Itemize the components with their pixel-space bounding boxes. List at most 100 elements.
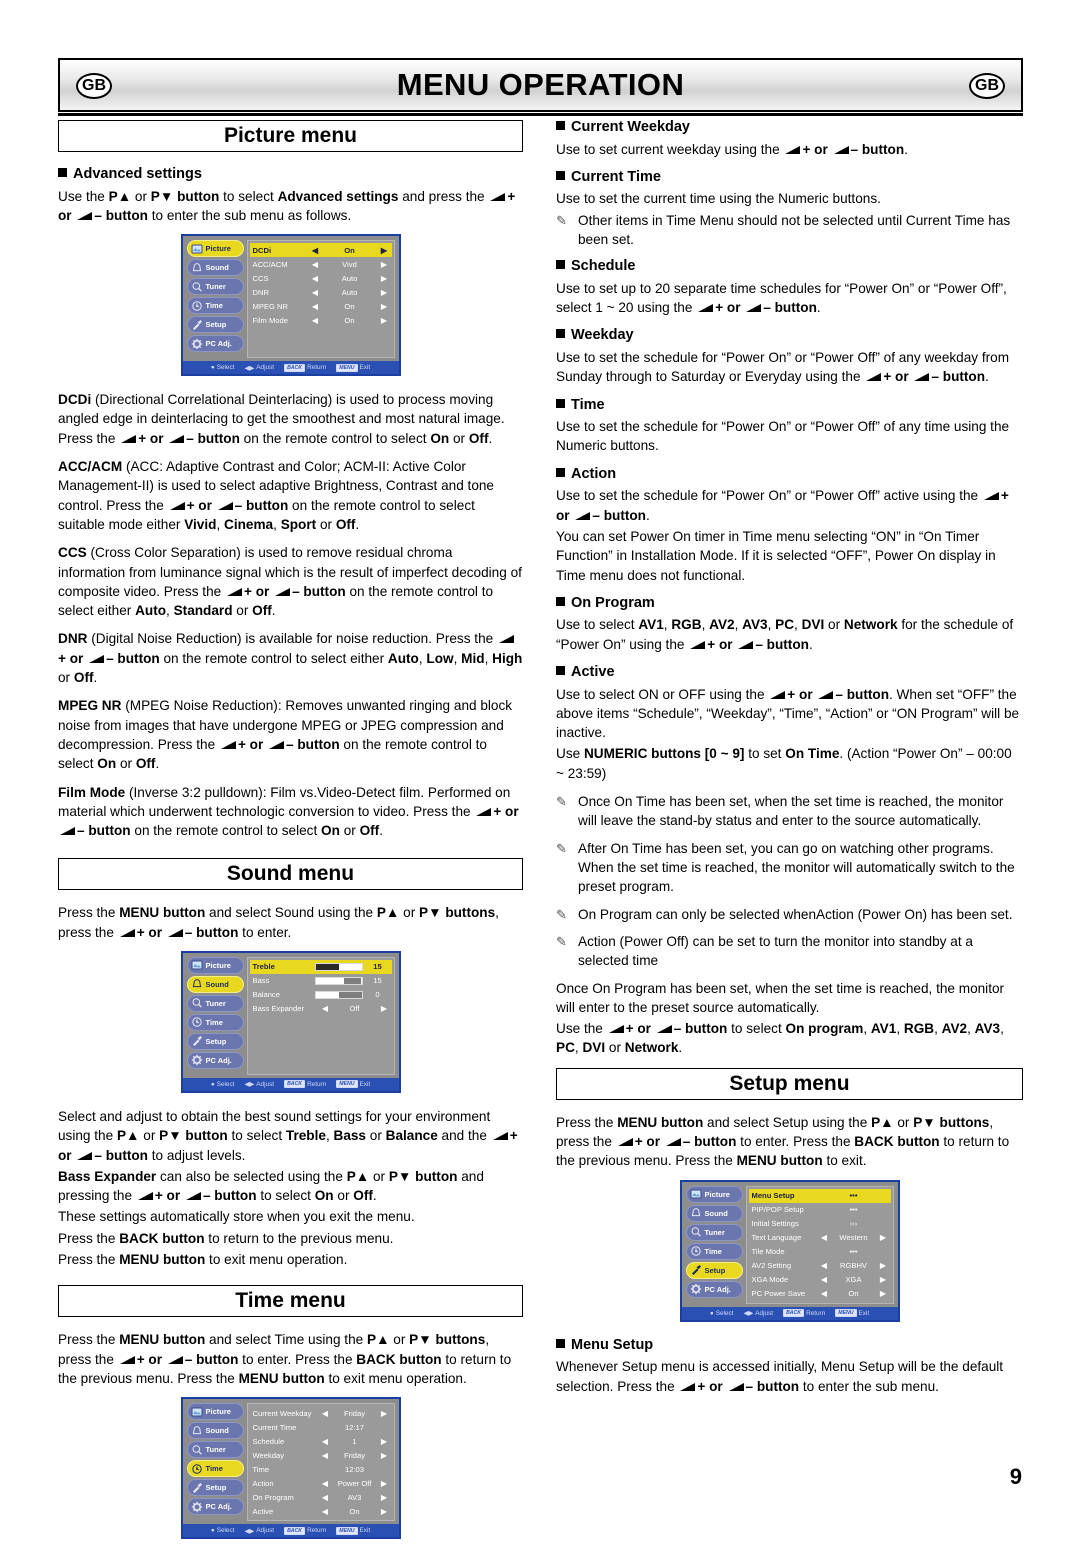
osd-sidebar-label: Setup xyxy=(205,1036,227,1046)
right-arrow-icon[interactable]: ▶ xyxy=(380,1004,389,1013)
left-arrow-icon[interactable]: ◀ xyxy=(321,1004,330,1013)
osd-sidebar-item-tuner[interactable]: Tuner xyxy=(186,994,244,1012)
osd-sidebar-item-sound[interactable]: Sound xyxy=(186,1422,244,1440)
right-arrow-icon[interactable]: ▶ xyxy=(879,1275,888,1284)
volume-up-icon xyxy=(617,1137,634,1147)
left-arrow-icon[interactable]: ◀ xyxy=(321,1437,330,1446)
left-arrow-icon[interactable]: ◀ xyxy=(321,1493,330,1502)
sound-menu-section-title: Sound menu xyxy=(58,858,523,891)
osd-row[interactable]: DCDi ◀ On ▶ xyxy=(249,243,392,258)
osd-row-value: Friday xyxy=(343,1450,366,1460)
osd-sidebar-item-setup[interactable]: Setup xyxy=(685,1261,743,1279)
left-arrow-icon[interactable]: ◀ xyxy=(820,1233,829,1242)
osd-row[interactable]: CCS ◀ Auto ▶ xyxy=(250,271,392,285)
osd-sidebar-item-sound[interactable]: Sound xyxy=(186,259,244,277)
left-arrow-icon[interactable]: ◀ xyxy=(321,1451,330,1460)
osd-sidebar-item-time[interactable]: Time xyxy=(186,1460,244,1478)
osd-row[interactable]: Balance 0 xyxy=(250,988,392,1002)
action-body-2: You can set Power On timer in Time menu … xyxy=(556,528,996,583)
osd-row[interactable]: AV2 Setting ◀ RGBHV ▶ xyxy=(749,1259,891,1273)
left-arrow-icon[interactable]: ◀ xyxy=(311,316,320,325)
osd-row[interactable]: DNR ◀ Auto ▶ xyxy=(250,285,392,299)
left-arrow-icon[interactable]: ◀ xyxy=(321,1409,330,1418)
osd-sidebar-item-picture[interactable]: Picture xyxy=(685,1185,743,1203)
osd-sidebar-item-pc-adj[interactable]: PC Adj. xyxy=(685,1280,743,1298)
osd-row[interactable]: Tile Mode ◀ ••• ▶ xyxy=(749,1245,891,1259)
osd-sidebar-item-setup[interactable]: Setup xyxy=(186,1032,244,1050)
right-arrow-icon[interactable]: ▶ xyxy=(380,1479,389,1488)
osd-sidebar-item-pc-adj[interactable]: PC Adj. xyxy=(186,335,244,353)
bass-slider[interactable] xyxy=(314,976,363,985)
treble-slider[interactable] xyxy=(314,962,363,971)
osd-row[interactable]: PC Power Save ◀ On ▶ xyxy=(749,1287,891,1301)
osd-row[interactable]: Current Weekday ◀ Friday ▶ xyxy=(250,1406,392,1420)
osd-row[interactable]: ACC/ACM ◀ Vivd ▶ xyxy=(250,257,392,271)
osd-sidebar-item-setup[interactable]: Setup xyxy=(186,316,244,334)
osd-row-label: On Program xyxy=(252,1492,294,1502)
osd-row-value: Off xyxy=(349,1004,360,1014)
left-arrow-icon[interactable]: ◀ xyxy=(311,246,320,255)
osd-row[interactable]: Treble 15 xyxy=(249,959,392,974)
osd-sidebar-item-pc-adj[interactable]: PC Adj. xyxy=(186,1051,244,1069)
osd-sidebar-item-picture[interactable]: Picture xyxy=(186,240,244,258)
osd-row[interactable]: Current Time ◀ 12:17 ▶ xyxy=(250,1420,392,1434)
right-arrow-icon[interactable]: ▶ xyxy=(380,1437,389,1446)
osd-row[interactable]: Film Mode ◀ On ▶ xyxy=(250,313,392,327)
osd-row-value: Auto xyxy=(341,273,358,283)
right-arrow-icon[interactable]: ▶ xyxy=(380,302,389,311)
left-arrow-icon[interactable]: ◀ xyxy=(311,302,320,311)
right-arrow-icon[interactable]: ▶ xyxy=(380,1493,389,1502)
osd-sidebar-item-picture[interactable]: Picture xyxy=(186,956,244,974)
left-arrow-icon[interactable]: ◀ xyxy=(321,1507,330,1516)
right-arrow-icon[interactable]: ▶ xyxy=(380,1507,389,1516)
osd-row[interactable]: Active ◀ On ▶ xyxy=(250,1504,392,1518)
right-arrow-icon[interactable]: ▶ xyxy=(380,246,389,255)
osd-sidebar-item-tuner[interactable]: Tuner xyxy=(186,1441,244,1459)
osd-row[interactable]: Menu Setup ◀ ••• ▶ xyxy=(748,1188,891,1203)
right-arrow-icon[interactable]: ▶ xyxy=(879,1289,888,1298)
sound-menu-bass-expander: Bass Expander can also be selected using… xyxy=(58,1168,484,1204)
left-arrow-icon[interactable]: ◀ xyxy=(311,288,320,297)
osd-sidebar-item-picture[interactable]: Picture xyxy=(186,1403,244,1421)
left-arrow-icon[interactable]: ◀ xyxy=(311,260,320,269)
right-arrow-icon[interactable]: ▶ xyxy=(380,1409,389,1418)
osd-row[interactable]: Bass 15 xyxy=(250,974,392,988)
left-arrow-icon[interactable]: ◀ xyxy=(321,1479,330,1488)
osd-row[interactable]: Weekday ◀ Friday ▶ xyxy=(250,1448,392,1462)
left-arrow-icon[interactable]: ◀ xyxy=(311,274,320,283)
bullet-square-icon xyxy=(556,467,565,477)
osd-footer-adjust: ◀▶ Adjust xyxy=(244,1080,275,1089)
osd-row[interactable]: Initial Settings ◀ ››› ▶ xyxy=(749,1217,891,1231)
osd-row[interactable]: XGA Mode ◀ XGA ▶ xyxy=(749,1273,891,1287)
osd-sidebar-item-setup[interactable]: Setup xyxy=(186,1479,244,1497)
right-arrow-icon[interactable]: ▶ xyxy=(380,316,389,325)
osd-sidebar-item-time[interactable]: Time xyxy=(186,1013,244,1031)
osd-row[interactable]: Schedule ◀ 1 ▶ xyxy=(250,1434,392,1448)
osd-sidebar-item-sound[interactable]: Sound xyxy=(186,975,244,993)
osd-sidebar-item-time[interactable]: Time xyxy=(186,297,244,315)
osd-row[interactable]: Bass Expander ◀ Off ▶ xyxy=(250,1002,392,1016)
osd-row[interactable]: MPEG NR ◀ On ▶ xyxy=(250,299,392,313)
right-arrow-icon[interactable]: ▶ xyxy=(380,1451,389,1460)
osd-row[interactable]: Text Language ◀ Western ▶ xyxy=(749,1231,891,1245)
osd-row[interactable]: Time ◀ 12:03 ▶ xyxy=(250,1462,392,1476)
volume-down-icon xyxy=(665,1137,682,1147)
right-arrow-icon[interactable]: ▶ xyxy=(380,260,389,269)
right-arr0w-icon[interactable]: ▶ xyxy=(879,1233,888,1242)
osd-sidebar-item-tuner[interactable]: Tuner xyxy=(685,1223,743,1241)
right-arrow-icon[interactable]: ▶ xyxy=(380,288,389,297)
left-arrow-icon[interactable]: ◀ xyxy=(820,1275,829,1284)
osd-row[interactable]: On Program ◀ AV3 ▶ xyxy=(250,1490,392,1504)
right-arrow-icon[interactable]: ▶ xyxy=(380,274,389,283)
right-arrow-icon[interactable]: ▶ xyxy=(879,1261,888,1270)
balance-slider[interactable] xyxy=(314,990,363,999)
left-arrow-icon[interactable]: ◀ xyxy=(820,1289,829,1298)
schedule-heading: Schedule xyxy=(556,257,1023,277)
osd-row[interactable]: PIP/POP Setup ◀ ••• ▶ xyxy=(749,1203,891,1217)
osd-sidebar-item-sound[interactable]: Sound xyxy=(685,1204,743,1222)
osd-sidebar-item-time[interactable]: Time xyxy=(685,1242,743,1260)
osd-sidebar-item-pc-adj[interactable]: PC Adj. xyxy=(186,1498,244,1516)
osd-sidebar-item-tuner[interactable]: Tuner xyxy=(186,278,244,296)
left-arrow-icon[interactable]: ◀ xyxy=(820,1261,829,1270)
osd-row[interactable]: Action ◀ Power Off ▶ xyxy=(250,1476,392,1490)
